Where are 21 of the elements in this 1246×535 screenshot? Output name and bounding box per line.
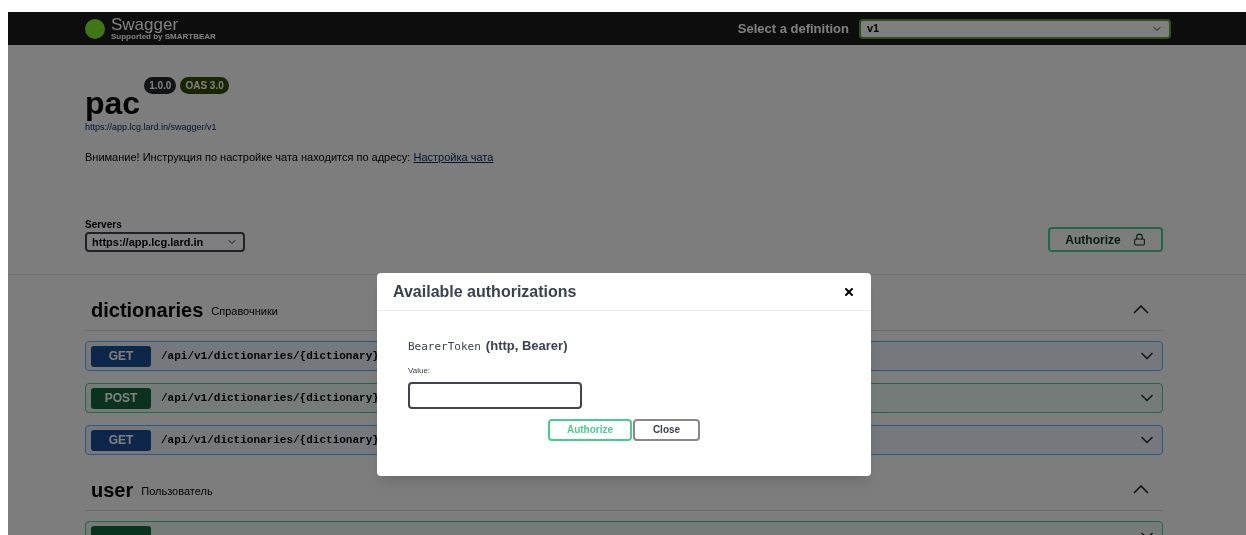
servers-label: Servers xyxy=(85,218,123,232)
operation-path: /api/v1/dictionaries/{dictionary} xyxy=(161,390,379,406)
operation-path: /api/v1/dictionaries/{dictionary} xyxy=(161,432,379,448)
definition-label: Select a definition xyxy=(737,19,849,38)
tag-description: Справочники xyxy=(211,303,278,319)
operation-path: /api/v1/dictionaries/{dictionary} xyxy=(161,348,379,364)
method-badge: GET xyxy=(91,345,151,367)
method-badge: POST xyxy=(91,387,151,409)
tag-name: user xyxy=(91,477,134,503)
api-description: Внимание! Инструкция по настройке чата находится по адресу: Настройка чата xyxy=(85,149,495,165)
api-title: pac xyxy=(85,87,141,119)
version-badge: 1.0.0 xyxy=(144,77,177,94)
tag-description: Пользователь xyxy=(141,483,213,499)
scheme-name: BearerToken xyxy=(408,339,481,355)
oas-badge: OAS 3.0 xyxy=(180,77,229,94)
value-label: Value: xyxy=(408,364,432,377)
logo-subtext: Supported by SMARTBEAR xyxy=(111,33,216,41)
scheme-info: (http, Bearer) xyxy=(485,337,568,355)
tag-name: dictionaries xyxy=(91,297,204,323)
logo-text: Swagger xyxy=(111,16,180,33)
method-badge: GET xyxy=(91,429,151,451)
